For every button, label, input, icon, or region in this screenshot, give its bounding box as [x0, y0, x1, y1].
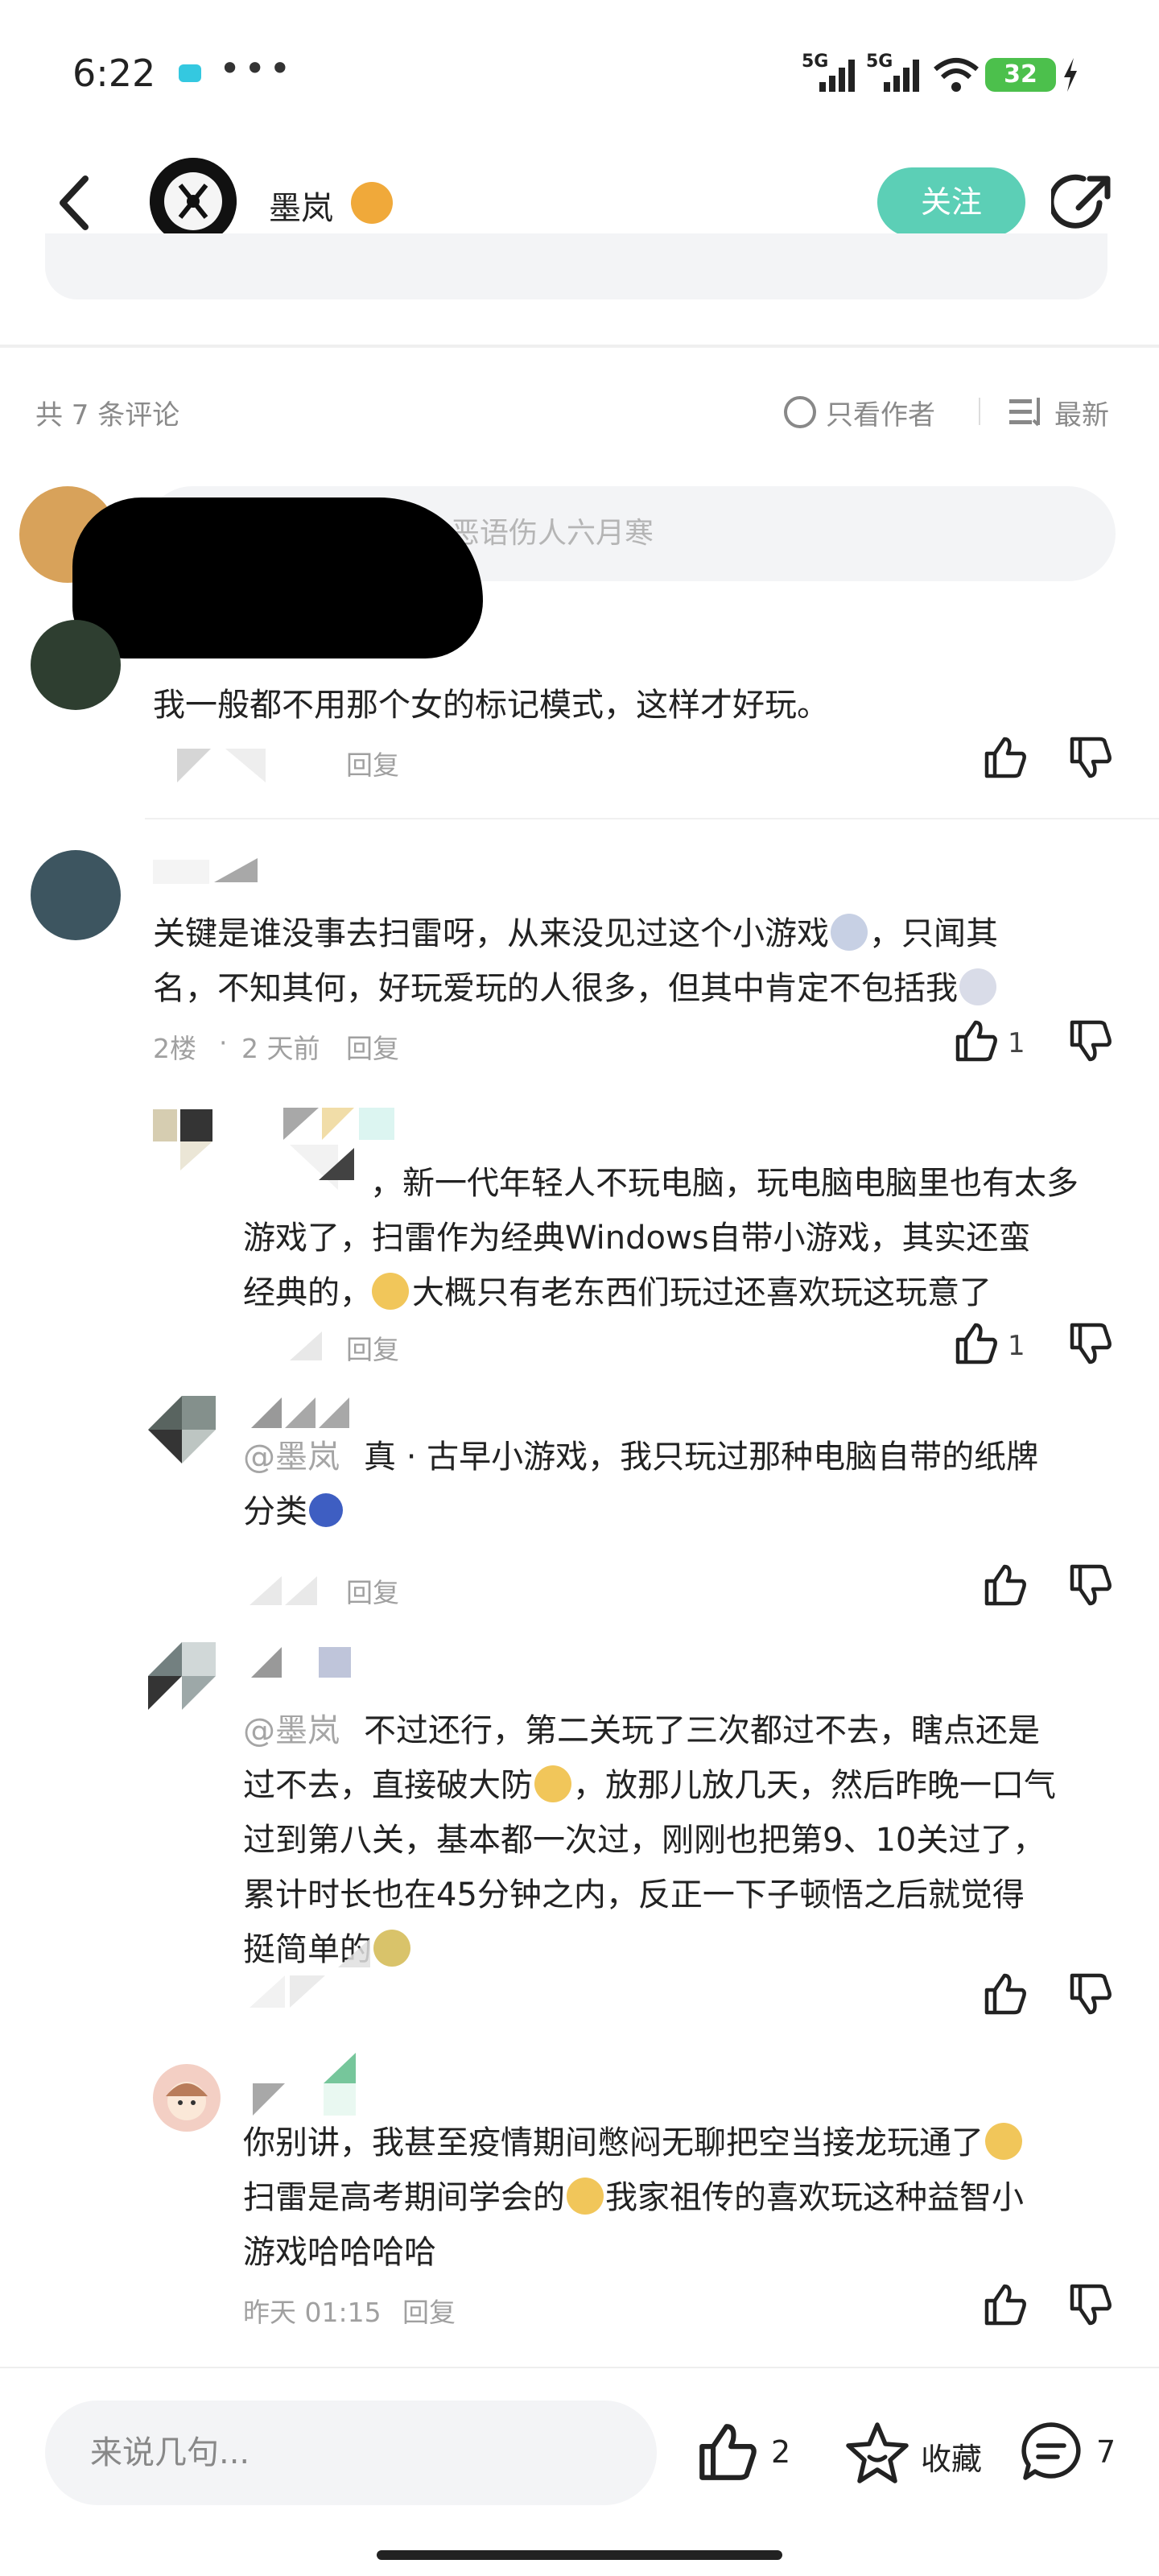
reply-text-line: 你别讲，我甚至疫情期间憋闷无聊把空当接龙玩通了 — [243, 2116, 1022, 2170]
mention-tag[interactable]: @墨岚 — [243, 1703, 340, 1758]
wifi-icon — [934, 58, 979, 92]
emoji-icon — [831, 914, 868, 951]
author-name[interactable]: 墨岚 — [269, 182, 333, 229]
like-count: 1 — [1008, 1330, 1025, 1362]
commenter-avatar[interactable] — [31, 620, 121, 710]
only-author-radio-icon[interactable] — [784, 396, 816, 428]
comment-floor: 2楼 — [153, 1033, 196, 1064]
reply-time: 昨天 01:15 — [243, 2297, 382, 2328]
thumb-up-icon[interactable] — [982, 2281, 1029, 2328]
pixelated-username — [250, 1642, 370, 1687]
comment-text: 我一般都不用那个女的标记模式，这样才好玩。 — [153, 687, 829, 724]
reply-avatar[interactable] — [153, 2064, 221, 2132]
sort-icon[interactable] — [1009, 398, 1043, 427]
pixelated-meta — [266, 1328, 354, 1365]
share-icon[interactable] — [1051, 171, 1116, 235]
reply-text-line: 游戏哈哈哈哈 — [243, 2234, 436, 2271]
signal-icon — [819, 60, 855, 92]
post-content-card-bottom — [45, 233, 1107, 299]
reply-text-line: 经典的， 大概只有老东西们玩过还喜欢玩这玩意了 — [243, 1273, 992, 1311]
status-time: 6:22 — [72, 52, 156, 95]
reply-text-line: 过到第八关，基本都一次过，刚刚也把第9、10关过了， — [243, 1822, 1046, 1859]
thumb-down-icon[interactable] — [1067, 1320, 1114, 1367]
collect-button[interactable]: 收藏 — [921, 2434, 982, 2479]
reply-link[interactable]: 回复 — [346, 744, 399, 782]
like-count: 1 — [1008, 1027, 1025, 1059]
comment-text-line: 关键是谁没事去扫雷呀，从来没见过这个小游戏 ，只闻其 — [153, 914, 998, 952]
emoji-icon — [534, 1765, 571, 1802]
pixelated-meta — [153, 745, 346, 786]
reply-text-line: 不过还行，第二关玩了三次都过不去，瞎点还是 — [364, 1712, 1040, 1749]
header-separator — [979, 398, 980, 425]
thumb-down-icon[interactable] — [1067, 2281, 1114, 2328]
redaction-blob — [72, 497, 483, 658]
reply-link[interactable]: 回复 — [402, 2291, 456, 2330]
reply-text-line: 过不去，直接破大防 ，放那儿放几天，然后昨晚一口气 — [243, 1765, 1056, 1804]
reply-avatar-pixelated[interactable] — [148, 1642, 216, 1710]
notification-app-icon — [179, 64, 201, 82]
pixelated-meta — [250, 1935, 402, 2013]
reply-link[interactable]: 回复 — [346, 1571, 399, 1610]
thumb-down-icon[interactable] — [1067, 1018, 1114, 1064]
section-divider — [0, 345, 1159, 348]
thumb-up-icon[interactable] — [953, 1018, 1000, 1064]
like-icon[interactable] — [695, 2420, 760, 2484]
comment-time: 2 天前 — [241, 1033, 320, 1064]
emoji-icon — [372, 1273, 409, 1310]
reply-avatar-pixelated[interactable] — [148, 1396, 216, 1463]
reply-link[interactable]: 回复 — [346, 1328, 399, 1367]
reply-text-line: ，新一代年轻人不玩电脑，玩电脑电脑里也有太多 — [370, 1165, 1079, 1202]
sort-latest-button[interactable]: 最新 — [1054, 393, 1109, 432]
thumb-down-icon[interactable] — [1067, 1971, 1114, 2017]
reply-link[interactable]: 回复 — [346, 1027, 399, 1066]
back-arrow-icon[interactable] — [53, 172, 95, 233]
signal-icon-2 — [884, 60, 919, 92]
emoji-icon — [985, 2123, 1022, 2160]
commenter-avatar[interactable] — [31, 850, 121, 940]
reply-text-line: 游戏了，扫雷作为经典Windows自带小游戏，其实还蛮 — [243, 1220, 1031, 1257]
pixelated-username — [153, 853, 290, 889]
emoji-icon — [309, 1493, 343, 1527]
comment-divider — [145, 818, 1159, 819]
reply-text-line: 真 · 古早小游戏，我只玩过那种电脑自带的纸牌 — [364, 1439, 1039, 1476]
thumb-up-icon[interactable] — [982, 1562, 1029, 1608]
like-count: 2 — [771, 2434, 791, 2470]
reply-text-line: 累计时长也在45分钟之内，反正一下子顿悟之后就觉得 — [243, 1876, 1025, 1913]
star-icon[interactable] — [845, 2420, 909, 2484]
thumb-up-icon[interactable] — [982, 734, 1029, 781]
emoji-icon — [567, 2178, 604, 2215]
comment-count-label: 共 7 条评论 — [35, 399, 180, 431]
home-indicator[interactable] — [377, 2550, 782, 2560]
only-author-toggle[interactable]: 只看作者 — [826, 393, 935, 432]
comment-bubble-icon[interactable] — [1019, 2420, 1083, 2484]
author-avatar[interactable] — [150, 158, 237, 245]
comment-count: 7 — [1096, 2434, 1116, 2470]
author-level-badge-icon — [351, 182, 393, 224]
pixelated-meta — [250, 1573, 346, 1610]
battery-indicator: 32 — [985, 58, 1056, 92]
emoji-icon — [959, 968, 996, 1005]
thumb-up-icon[interactable] — [953, 1320, 1000, 1367]
bottom-comment-input[interactable]: 来说几句... — [45, 2401, 657, 2505]
more-notifications-icon: ••• — [219, 47, 295, 90]
reply-text-line: 分类 — [243, 1484, 343, 1539]
reply-avatar-pixelated[interactable] — [153, 1082, 217, 1170]
follow-button[interactable]: 关注 — [877, 167, 1025, 237]
thumb-down-icon[interactable] — [1067, 1562, 1114, 1608]
mention-tag[interactable]: @墨岚 — [243, 1430, 340, 1484]
charging-icon — [1064, 58, 1077, 92]
comment-text-line: 名，不知其何，好玩爱玩的人很多，但其中肯定不包括我 — [153, 961, 996, 1016]
thumb-up-icon[interactable] — [982, 1971, 1029, 2017]
reply-text-line: 扫雷是高考期间学会的 我家祖传的喜欢玩这种益智小 — [243, 2178, 1024, 2216]
thumb-down-icon[interactable] — [1067, 734, 1114, 781]
pixelated-username — [250, 2048, 386, 2116]
